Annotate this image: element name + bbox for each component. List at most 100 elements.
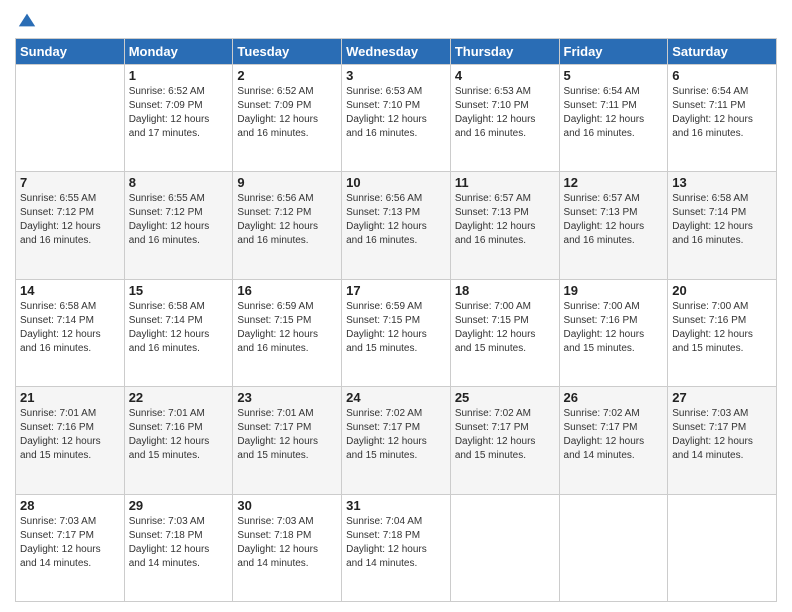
day-number: 4 — [455, 68, 555, 83]
calendar-week-row: 1Sunrise: 6:52 AMSunset: 7:09 PMDaylight… — [16, 64, 777, 171]
calendar-cell: 14 Sunrise: 6:58 AMSunset: 7:14 PMDayligh… — [16, 279, 125, 386]
logo — [15, 10, 37, 30]
day-info: Sunrise: 7:00 AMSunset: 7:16 PMDaylight:… — [672, 300, 772, 356]
calendar-cell: 11 Sunrise: 6:57 AMSunset: 7:13 PMDayligh… — [450, 172, 559, 279]
calendar-cell: 28Sunrise: 7:03 AMSunset: 7:17 PMDayligh… — [16, 494, 125, 601]
header-sunday: Sunday — [16, 38, 125, 64]
day-number: 7 — [20, 175, 120, 190]
day-number: 22 — [129, 390, 229, 405]
day-info: Sunrise: 6:53 AMSunset: 7:10 PMDaylight:… — [346, 85, 446, 141]
calendar-cell: 15 Sunrise: 6:58 AMSunset: 7:14 PMDayligh… — [124, 279, 233, 386]
day-number: 9 — [237, 175, 337, 190]
day-info: Sunrise: 6:54 AMSunset: 7:11 PMDaylight:… — [564, 85, 664, 141]
day-info: Sunrise: 7:03 AMSunset: 7:17 PMDaylight:… — [672, 407, 772, 463]
day-info: Sunrise: 7:00 AMSunset: 7:15 PMDaylight:… — [455, 300, 555, 356]
day-info: Sunrise: 7:02 AMSunset: 7:17 PMDaylight:… — [564, 407, 664, 463]
calendar-cell — [559, 494, 668, 601]
day-number: 13 — [672, 175, 772, 190]
day-number: 10 — [346, 175, 446, 190]
calendar-cell: 9 Sunrise: 6:56 AMSunset: 7:12 PMDaylight… — [233, 172, 342, 279]
logo-icon — [17, 10, 37, 30]
day-number: 21 — [20, 390, 120, 405]
day-info: Sunrise: 6:59 AMSunset: 7:15 PMDaylight:… — [346, 300, 446, 356]
header — [15, 10, 777, 30]
day-info: Sunrise: 7:02 AMSunset: 7:17 PMDaylight:… — [455, 407, 555, 463]
logo-block — [15, 10, 37, 30]
day-info: Sunrise: 6:54 AMSunset: 7:11 PMDaylight:… — [672, 85, 772, 141]
day-info: Sunrise: 6:52 AMSunset: 7:09 PMDaylight:… — [237, 85, 337, 141]
day-number: 11 — [455, 175, 555, 190]
calendar-cell — [450, 494, 559, 601]
day-info: Sunrise: 6:58 AMSunset: 7:14 PMDaylight:… — [129, 300, 229, 356]
calendar-cell: 5 Sunrise: 6:54 AMSunset: 7:11 PMDaylight… — [559, 64, 668, 171]
day-number: 27 — [672, 390, 772, 405]
day-info: Sunrise: 7:03 AMSunset: 7:18 PMDaylight:… — [237, 515, 337, 571]
day-info: Sunrise: 6:58 AMSunset: 7:14 PMDaylight:… — [672, 192, 772, 248]
calendar-cell: 26 Sunrise: 7:02 AMSunset: 7:17 PMDayligh… — [559, 387, 668, 494]
day-info: Sunrise: 6:52 AMSunset: 7:09 PMDaylight:… — [129, 85, 229, 141]
header-saturday: Saturday — [668, 38, 777, 64]
day-number: 5 — [564, 68, 664, 83]
calendar-cell: 3 Sunrise: 6:53 AMSunset: 7:10 PMDaylight… — [342, 64, 451, 171]
calendar-cell — [16, 64, 125, 171]
day-number: 26 — [564, 390, 664, 405]
day-info: Sunrise: 7:01 AMSunset: 7:16 PMDaylight:… — [20, 407, 120, 463]
header-thursday: Thursday — [450, 38, 559, 64]
day-number: 19 — [564, 283, 664, 298]
day-number: 17 — [346, 283, 446, 298]
calendar-cell: 29 Sunrise: 7:03 AMSunset: 7:18 PMDayligh… — [124, 494, 233, 601]
calendar-cell: 1Sunrise: 6:52 AMSunset: 7:09 PMDaylight… — [124, 64, 233, 171]
calendar-week-row: 7 Sunrise: 6:55 AMSunset: 7:12 PMDaylight… — [16, 172, 777, 279]
day-number: 2 — [237, 68, 337, 83]
calendar-cell: 18Sunrise: 7:00 AMSunset: 7:15 PMDayligh… — [450, 279, 559, 386]
calendar-cell: 13 Sunrise: 6:58 AMSunset: 7:14 PMDayligh… — [668, 172, 777, 279]
day-number: 3 — [346, 68, 446, 83]
calendar-cell: 8 Sunrise: 6:55 AMSunset: 7:12 PMDaylight… — [124, 172, 233, 279]
day-info: Sunrise: 7:00 AMSunset: 7:16 PMDaylight:… — [564, 300, 664, 356]
calendar-cell: 24Sunrise: 7:02 AMSunset: 7:17 PMDayligh… — [342, 387, 451, 494]
calendar-cell: 30Sunrise: 7:03 AMSunset: 7:18 PMDayligh… — [233, 494, 342, 601]
day-info: Sunrise: 7:02 AMSunset: 7:17 PMDaylight:… — [346, 407, 446, 463]
day-info: Sunrise: 6:57 AMSunset: 7:13 PMDaylight:… — [564, 192, 664, 248]
calendar-page: Sunday Monday Tuesday Wednesday Thursday… — [0, 0, 792, 612]
day-info: Sunrise: 6:55 AMSunset: 7:12 PMDaylight:… — [20, 192, 120, 248]
day-number: 16 — [237, 283, 337, 298]
header-monday: Monday — [124, 38, 233, 64]
day-info: Sunrise: 6:56 AMSunset: 7:12 PMDaylight:… — [237, 192, 337, 248]
calendar-week-row: 14 Sunrise: 6:58 AMSunset: 7:14 PMDayligh… — [16, 279, 777, 386]
calendar-cell: 17 Sunrise: 6:59 AMSunset: 7:15 PMDayligh… — [342, 279, 451, 386]
day-number: 8 — [129, 175, 229, 190]
day-number: 31 — [346, 498, 446, 513]
day-info: Sunrise: 6:57 AMSunset: 7:13 PMDaylight:… — [455, 192, 555, 248]
calendar-cell: 22Sunrise: 7:01 AMSunset: 7:16 PMDayligh… — [124, 387, 233, 494]
day-info: Sunrise: 7:03 AMSunset: 7:18 PMDaylight:… — [129, 515, 229, 571]
day-info: Sunrise: 6:58 AMSunset: 7:14 PMDaylight:… — [20, 300, 120, 356]
calendar-cell: 4 Sunrise: 6:53 AMSunset: 7:10 PMDaylight… — [450, 64, 559, 171]
calendar-cell: 20 Sunrise: 7:00 AMSunset: 7:16 PMDayligh… — [668, 279, 777, 386]
calendar-cell: 25 Sunrise: 7:02 AMSunset: 7:17 PMDayligh… — [450, 387, 559, 494]
day-number: 20 — [672, 283, 772, 298]
day-number: 29 — [129, 498, 229, 513]
calendar-cell: 21 Sunrise: 7:01 AMSunset: 7:16 PMDayligh… — [16, 387, 125, 494]
calendar-cell: 31Sunrise: 7:04 AMSunset: 7:18 PMDayligh… — [342, 494, 451, 601]
calendar-week-row: 21 Sunrise: 7:01 AMSunset: 7:16 PMDayligh… — [16, 387, 777, 494]
calendar-cell: 12 Sunrise: 6:57 AMSunset: 7:13 PMDayligh… — [559, 172, 668, 279]
day-number: 6 — [672, 68, 772, 83]
calendar-cell: 19 Sunrise: 7:00 AMSunset: 7:16 PMDayligh… — [559, 279, 668, 386]
calendar-cell: 16Sunrise: 6:59 AMSunset: 7:15 PMDayligh… — [233, 279, 342, 386]
day-info: Sunrise: 6:55 AMSunset: 7:12 PMDaylight:… — [129, 192, 229, 248]
day-info: Sunrise: 7:01 AMSunset: 7:17 PMDaylight:… — [237, 407, 337, 463]
day-info: Sunrise: 6:53 AMSunset: 7:10 PMDaylight:… — [455, 85, 555, 141]
header-friday: Friday — [559, 38, 668, 64]
day-number: 15 — [129, 283, 229, 298]
day-info: Sunrise: 6:56 AMSunset: 7:13 PMDaylight:… — [346, 192, 446, 248]
header-tuesday: Tuesday — [233, 38, 342, 64]
calendar-cell: 7 Sunrise: 6:55 AMSunset: 7:12 PMDaylight… — [16, 172, 125, 279]
day-number: 14 — [20, 283, 120, 298]
calendar-header-row: Sunday Monday Tuesday Wednesday Thursday… — [16, 38, 777, 64]
day-number: 12 — [564, 175, 664, 190]
calendar-week-row: 28Sunrise: 7:03 AMSunset: 7:17 PMDayligh… — [16, 494, 777, 601]
calendar-table: Sunday Monday Tuesday Wednesday Thursday… — [15, 38, 777, 602]
day-info: Sunrise: 7:03 AMSunset: 7:17 PMDaylight:… — [20, 515, 120, 571]
day-number: 25 — [455, 390, 555, 405]
